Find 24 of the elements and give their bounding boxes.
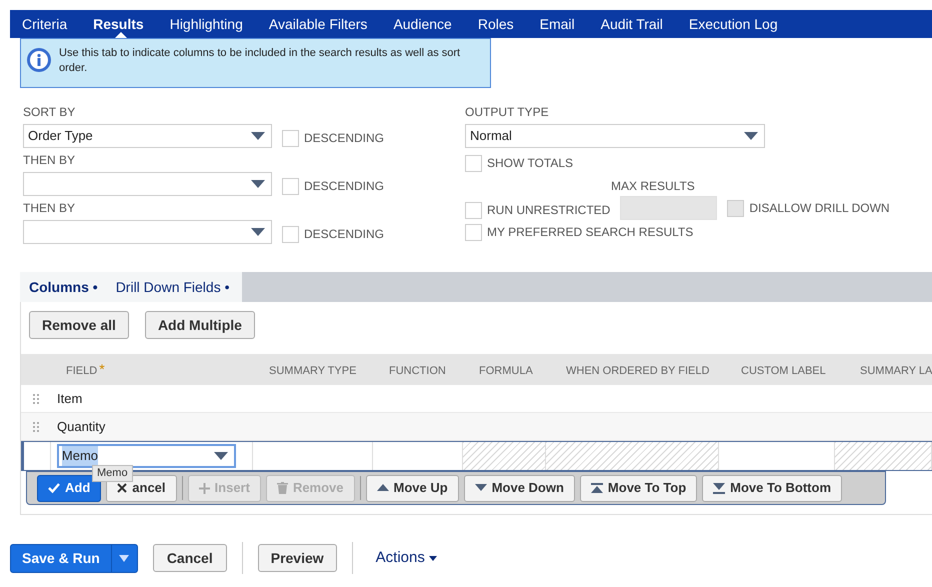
column-header: CUSTOM LABEL	[741, 364, 826, 376]
field-label: THEN BY	[23, 152, 76, 169]
info-text: Use this tab to indicate columns to be included in the search results as well as sort order.	[59, 46, 462, 76]
checkbox-label: DESCENDING	[304, 178, 384, 195]
checkbox-label: MY PREFERRED SEARCH RESULTS	[487, 224, 694, 241]
table-cell-text: Item	[57, 390, 82, 408]
checkbox-label: DISALLOW DRILL DOWN	[749, 200, 890, 217]
checkbox-label: SHOW TOTALS	[487, 155, 574, 172]
checkbox-label: DESCENDING	[304, 226, 384, 243]
column-header: FUNCTION	[389, 364, 446, 376]
required-mark: *	[99, 360, 105, 376]
tooltip: Memo	[92, 465, 133, 482]
field-label: SORT BY	[23, 104, 76, 121]
column-header: SUMMARY LA	[860, 364, 932, 376]
column-header: SUMMARY TYPE	[269, 364, 356, 376]
column-header: WHEN ORDERED BY FIELD	[566, 364, 710, 376]
field-label: MAX RESULTS	[611, 178, 696, 195]
field-label: OUTPUT TYPE	[465, 104, 550, 121]
column-header: FORMULA	[479, 364, 533, 376]
checkbox-label: RUN UNRESTRICTED	[487, 202, 610, 219]
column-header: FIELD	[66, 364, 98, 376]
field-label: THEN BY	[23, 200, 76, 217]
checkbox-label: DESCENDING	[304, 130, 384, 147]
table-cell-text: Quantity	[57, 418, 106, 436]
